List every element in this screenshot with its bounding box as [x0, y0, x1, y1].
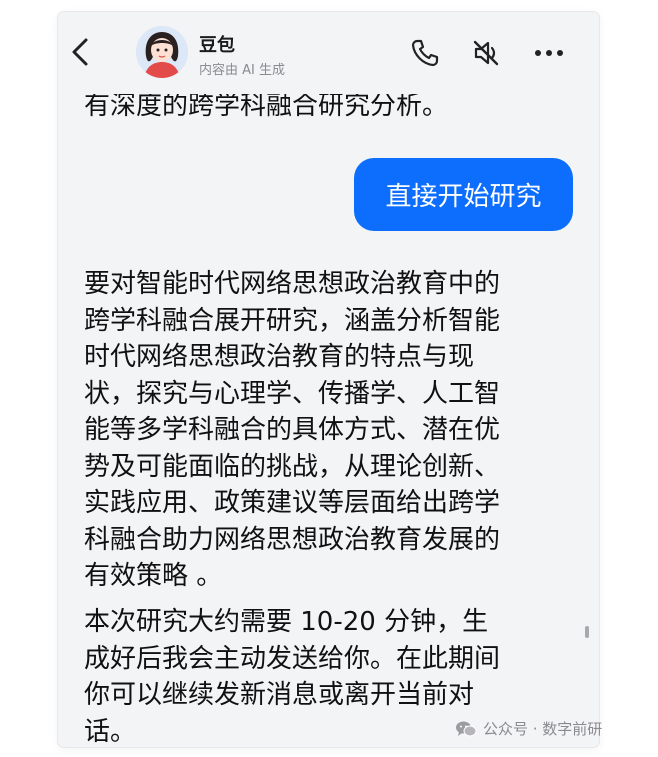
back-arrow-icon[interactable]	[66, 34, 96, 70]
reply-line: 要对智能时代网络思想政治教育中的	[84, 269, 501, 299]
reply-line: 时代网络思想政治教育的特点与现	[84, 342, 475, 372]
avatar-image	[136, 26, 188, 78]
scrollbar-thumb[interactable]	[585, 626, 589, 638]
reply-line: 实践应用、政策建议等层面给出跨学	[84, 488, 501, 518]
reply-line: 跨学科融合展开研究，涵盖分析智能	[84, 305, 501, 336]
phone-icon[interactable]	[410, 38, 440, 68]
watermark: 公众号 · 数字前研	[455, 718, 602, 739]
reply-line: 势及可能面临的挑战，从理论创新、	[84, 451, 501, 482]
user-message-bubble[interactable]: 直接开始研究	[354, 158, 573, 231]
more-icon[interactable]	[532, 38, 566, 68]
reply-line: 科融合助力网络思想政治教育发展的	[84, 524, 501, 555]
wechat-icon	[456, 721, 477, 736]
reply-line: 能等多学科融合的具体方式、潜在优	[84, 415, 501, 445]
mute-icon[interactable]	[470, 37, 502, 69]
ai-generated-label: 内容由 AI 生成	[199, 63, 285, 78]
reply-line: 状，探究与心理学、传播学、人工智	[84, 378, 501, 409]
message-list[interactable]: 有深度的跨学科融合研究分析。 直接开始研究 要对智能时代网络思想政治教育中的 跨…	[58, 91, 599, 747]
avatar[interactable]	[136, 26, 188, 78]
reply-line: 有效策略 。	[84, 561, 223, 591]
reply-line: 你可以继续发新消息或离开当前对	[84, 680, 475, 710]
watermark-text: 公众号 · 数字前研	[483, 720, 603, 738]
reply-line: 成好后我会主动发送给你。在此期间	[84, 643, 501, 674]
assistant-reply-paragraph-1: 要对智能时代网络思想政治教育中的 跨学科融合展开研究，涵盖分析智能 时代网络思想…	[84, 266, 574, 595]
chat-header: 豆包 内容由 AI 生成	[58, 12, 599, 94]
chat-window: 豆包 内容由 AI 生成 有深度的跨学科融合研究分析。 直接开始研究 要对智能时…	[58, 12, 599, 747]
reply-line: 本次研究大约需要 10-20 分钟，生	[84, 607, 489, 637]
contact-name: 豆包	[199, 35, 235, 56]
